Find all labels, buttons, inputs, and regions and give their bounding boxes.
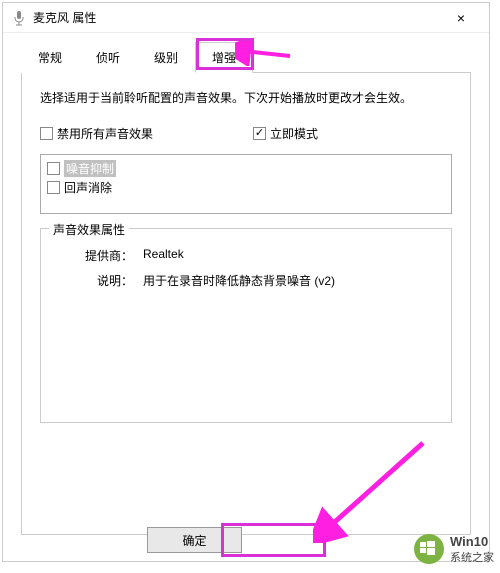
win10-logo-icon [414, 534, 444, 564]
watermark-line2: 系统之家 [450, 551, 494, 565]
checkbox-row: 禁用所有声音效果 立即模式 [40, 125, 452, 142]
effect-checkbox[interactable] [47, 162, 60, 175]
watermark-text: Win10 系统之家 [450, 534, 494, 565]
provider-row: 提供商： Realtek [53, 247, 439, 264]
effect-item-noise-suppression[interactable]: 噪音抑制 [47, 159, 445, 178]
close-button[interactable]: × [441, 4, 481, 32]
tab-bar: 常规 侦听 级别 增强 [21, 41, 471, 73]
ok-button[interactable]: 确定 [147, 527, 242, 553]
disable-all-checkbox[interactable] [40, 127, 53, 140]
effects-list[interactable]: 噪音抑制 回声消除 [40, 154, 452, 214]
dialog-body: 常规 侦听 级别 增强 选择适用于当前聆听配置的声音效果。下次开始播放时更改才会… [3, 33, 489, 535]
immediate-mode-checkbox-group[interactable]: 立即模式 [253, 125, 318, 142]
description-label: 说明： [53, 272, 143, 289]
effect-item-echo-cancellation[interactable]: 回声消除 [47, 178, 445, 197]
tab-levels[interactable]: 级别 [137, 42, 195, 73]
description-value: 用于在录音时降低静态背景噪音 (v2) [143, 272, 439, 289]
immediate-mode-checkbox[interactable] [253, 127, 266, 140]
effect-label: 回声消除 [64, 179, 112, 196]
effect-checkbox[interactable] [47, 181, 60, 194]
watermark-line1: Win10 [450, 534, 494, 551]
tab-content-enhancements: 选择适用于当前聆听配置的声音效果。下次开始播放时更改才会生效。 禁用所有声音效果… [21, 73, 471, 535]
description-row: 说明： 用于在录音时降低静态背景噪音 (v2) [53, 272, 439, 289]
effect-label: 噪音抑制 [64, 160, 116, 177]
disable-all-label: 禁用所有声音效果 [57, 125, 153, 142]
disable-all-checkbox-group[interactable]: 禁用所有声音效果 [40, 125, 153, 142]
tab-enhancements[interactable]: 增强 [195, 42, 253, 73]
microphone-properties-window: 麦克风 属性 × 常规 侦听 级别 增强 选择适用于当前聆听配置的声音效果。下次… [2, 2, 490, 562]
watermark: Win10 系统之家 [414, 534, 494, 565]
tab-listen[interactable]: 侦听 [79, 42, 137, 73]
tab-general[interactable]: 常规 [21, 42, 79, 73]
description-text: 选择适用于当前聆听配置的声音效果。下次开始播放时更改才会生效。 [40, 89, 452, 107]
properties-legend: 声音效果属性 [49, 221, 129, 238]
provider-label: 提供商： [53, 247, 143, 264]
titlebar: 麦克风 属性 × [3, 3, 489, 33]
microphone-icon [11, 10, 27, 26]
window-title: 麦克风 属性 [33, 9, 441, 26]
immediate-mode-label: 立即模式 [270, 125, 318, 142]
provider-value: Realtek [143, 247, 439, 264]
effect-properties-group: 声音效果属性 提供商： Realtek 说明： 用于在录音时降低静态背景噪音 (… [40, 228, 452, 423]
